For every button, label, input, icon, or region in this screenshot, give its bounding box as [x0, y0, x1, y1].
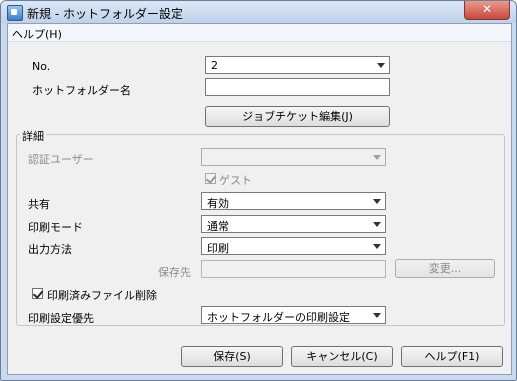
save-dest-input[interactable] — [201, 260, 386, 278]
app-icon — [7, 5, 23, 21]
guest-checkbox[interactable] — [205, 173, 217, 184]
print-priority-value: ホットフォルダーの印刷設定 — [207, 311, 350, 324]
hotfolder-name-input[interactable] — [205, 78, 390, 96]
chevron-down-icon — [373, 155, 381, 160]
print-priority-label: 印刷設定優先 — [28, 312, 94, 325]
no-label: No. — [32, 60, 51, 73]
jobticket-edit-button[interactable]: ジョブチケット編集(J) — [205, 106, 390, 127]
dialog-window: 新規 - ホットフォルダー設定 ✕ ヘルプ(H) No. 2 ホットフォルダー名… — [0, 0, 517, 381]
dialog-body: ヘルプ(H) No. 2 ホットフォルダー名 ジョブチケット編集(J) 詳細 認… — [7, 23, 512, 375]
delete-after-print-checkbox[interactable] — [32, 288, 44, 299]
print-priority-select[interactable]: ホットフォルダーの印刷設定 — [201, 306, 386, 324]
save-button[interactable]: 保存(S) — [181, 346, 283, 367]
print-mode-label: 印刷モード — [28, 221, 83, 234]
chevron-down-icon — [373, 222, 381, 227]
chevron-down-icon — [373, 199, 381, 204]
menu-help[interactable]: ヘルプ(H) — [12, 26, 62, 42]
output-method-select[interactable]: 印刷 — [201, 237, 386, 255]
details-group-title: 詳細 — [20, 128, 46, 144]
chevron-down-icon — [373, 313, 381, 318]
checkmark-icon — [32, 288, 44, 299]
no-select[interactable]: 2 — [205, 56, 390, 74]
window-title: 新規 - ホットフォルダー設定 — [27, 7, 183, 21]
output-method-value: 印刷 — [207, 242, 229, 255]
change-button[interactable]: 変更... — [395, 259, 495, 278]
print-mode-value: 通常 — [207, 220, 229, 233]
chevron-down-icon — [373, 244, 381, 249]
share-select[interactable]: 有効 — [201, 192, 386, 210]
no-select-value: 2 — [211, 59, 218, 72]
save-dest-label: 保存先 — [158, 266, 191, 279]
checkmark-icon — [205, 173, 217, 184]
auth-user-select[interactable] — [201, 148, 386, 166]
share-label: 共有 — [28, 198, 50, 211]
close-button[interactable]: ✕ — [464, 1, 510, 20]
menu-bar: ヘルプ(H) — [8, 24, 511, 42]
auth-user-label: 認証ユーザー — [28, 153, 94, 166]
chevron-down-icon — [377, 63, 385, 68]
cancel-button[interactable]: キャンセル(C) — [291, 346, 393, 367]
share-value: 有効 — [207, 197, 229, 210]
title-bar[interactable]: 新規 - ホットフォルダー設定 ✕ — [1, 1, 516, 23]
hotfolder-name-label: ホットフォルダー名 — [32, 84, 131, 97]
output-method-label: 出力方法 — [28, 243, 72, 256]
help-button[interactable]: ヘルプ(F1) — [401, 346, 503, 367]
delete-after-print-label: 印刷済みファイル削除 — [47, 289, 157, 302]
guest-label: ゲスト — [219, 174, 252, 187]
print-mode-select[interactable]: 通常 — [201, 215, 386, 233]
